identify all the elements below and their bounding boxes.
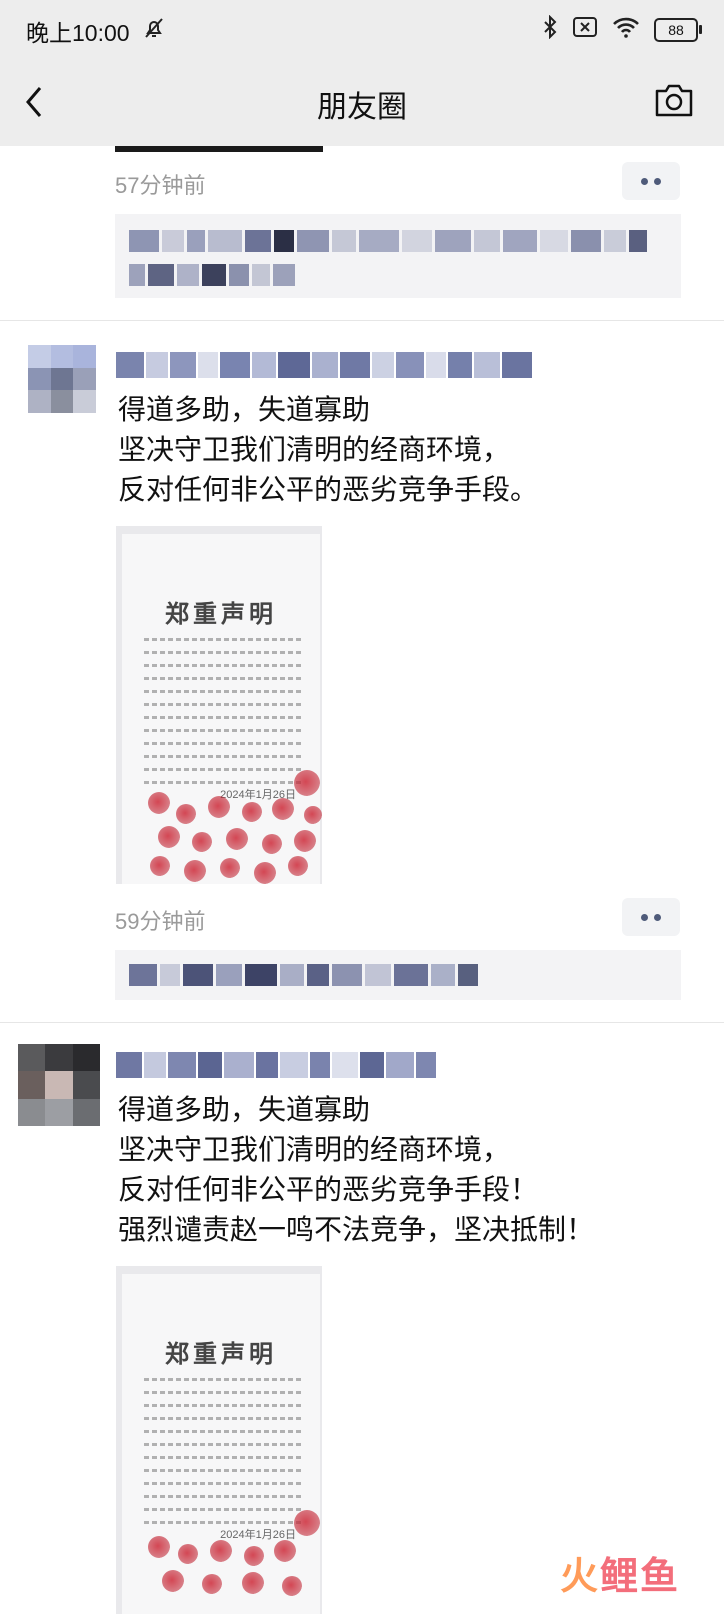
statement-paper: 郑重声明 2024年1月26日 bbox=[122, 1274, 320, 1614]
more-icon bbox=[641, 177, 648, 185]
post-line: 坚决守卫我们清明的经商环境， bbox=[118, 1134, 511, 1165]
statement-title: 郑重声明 bbox=[165, 599, 277, 628]
avatar[interactable] bbox=[28, 345, 96, 413]
wifi-icon bbox=[612, 16, 640, 43]
post-line: 强烈谴责赵一鸣不法竞争，坚决抵制！ bbox=[118, 1214, 595, 1245]
mute-icon bbox=[142, 16, 166, 45]
comment-box bbox=[115, 214, 681, 298]
nav-bar: 朋友圈 bbox=[0, 60, 724, 146]
watermark-logo: 火鲤鱼 bbox=[560, 1545, 680, 1600]
blurred-comment bbox=[129, 230, 647, 252]
watermark-part2: 鲤鱼 bbox=[599, 1556, 680, 1598]
username[interactable] bbox=[116, 352, 532, 378]
post-line: 反对任何非公平的恶劣竞争手段。 bbox=[118, 474, 539, 505]
fingerprint-stamp bbox=[294, 770, 320, 796]
fingerprint-stamp bbox=[148, 792, 170, 814]
post-divider bbox=[0, 320, 724, 321]
battery-level: 88 bbox=[668, 21, 684, 38]
watermark-part1: 火 bbox=[559, 1556, 600, 1598]
bluetooth-icon bbox=[542, 14, 558, 44]
statement-title: 郑重声明 bbox=[165, 1339, 277, 1368]
sim-off-icon bbox=[572, 16, 598, 43]
statement-text-lines bbox=[144, 1378, 304, 1534]
statement-text-lines bbox=[144, 638, 304, 794]
post-timestamp: 59分钟前 bbox=[115, 909, 206, 934]
post-image[interactable]: 郑重声明 2024年1月26日 bbox=[116, 526, 322, 884]
battery-icon: 88 bbox=[654, 17, 702, 42]
blurred-comment-line2 bbox=[129, 264, 295, 286]
post-text: 得道多助，失道寡助 坚决守卫我们清明的经商环境， 反对任何非公平的恶劣竞争手段！… bbox=[118, 1090, 594, 1250]
statement-paper: 郑重声明 2024年1月26日 bbox=[122, 534, 322, 884]
post-line: 坚决守卫我们清明的经商环境， bbox=[118, 434, 511, 465]
status-time: 晚上10:00 bbox=[26, 20, 130, 46]
previous-post-image-edge bbox=[115, 146, 323, 152]
post-line: 反对任何非公平的恶劣竞争手段！ bbox=[118, 1174, 539, 1205]
page-title: 朋友圈 bbox=[317, 91, 407, 124]
more-icon bbox=[641, 913, 648, 921]
post-divider bbox=[0, 1022, 724, 1023]
post-line: 得道多助，失道寡助 bbox=[118, 1094, 371, 1125]
post-text: 得道多助，失道寡助 坚决守卫我们清明的经商环境， 反对任何非公平的恶劣竞争手段。 bbox=[118, 390, 538, 510]
fingerprint-stamp bbox=[294, 1510, 320, 1536]
more-button[interactable] bbox=[622, 898, 680, 936]
status-bar: 晚上10:00 88 bbox=[0, 0, 724, 60]
post-line: 得道多助，失道寡助 bbox=[118, 394, 371, 425]
post-image[interactable]: 郑重声明 2024年1月26日 bbox=[116, 1266, 322, 1614]
username[interactable] bbox=[116, 1052, 436, 1078]
camera-icon[interactable] bbox=[654, 82, 694, 123]
more-button[interactable] bbox=[622, 162, 680, 200]
avatar[interactable] bbox=[18, 1044, 100, 1126]
blurred-comment bbox=[129, 964, 478, 986]
post-timestamp: 57分钟前 bbox=[115, 173, 206, 198]
comment-box bbox=[115, 950, 681, 1000]
